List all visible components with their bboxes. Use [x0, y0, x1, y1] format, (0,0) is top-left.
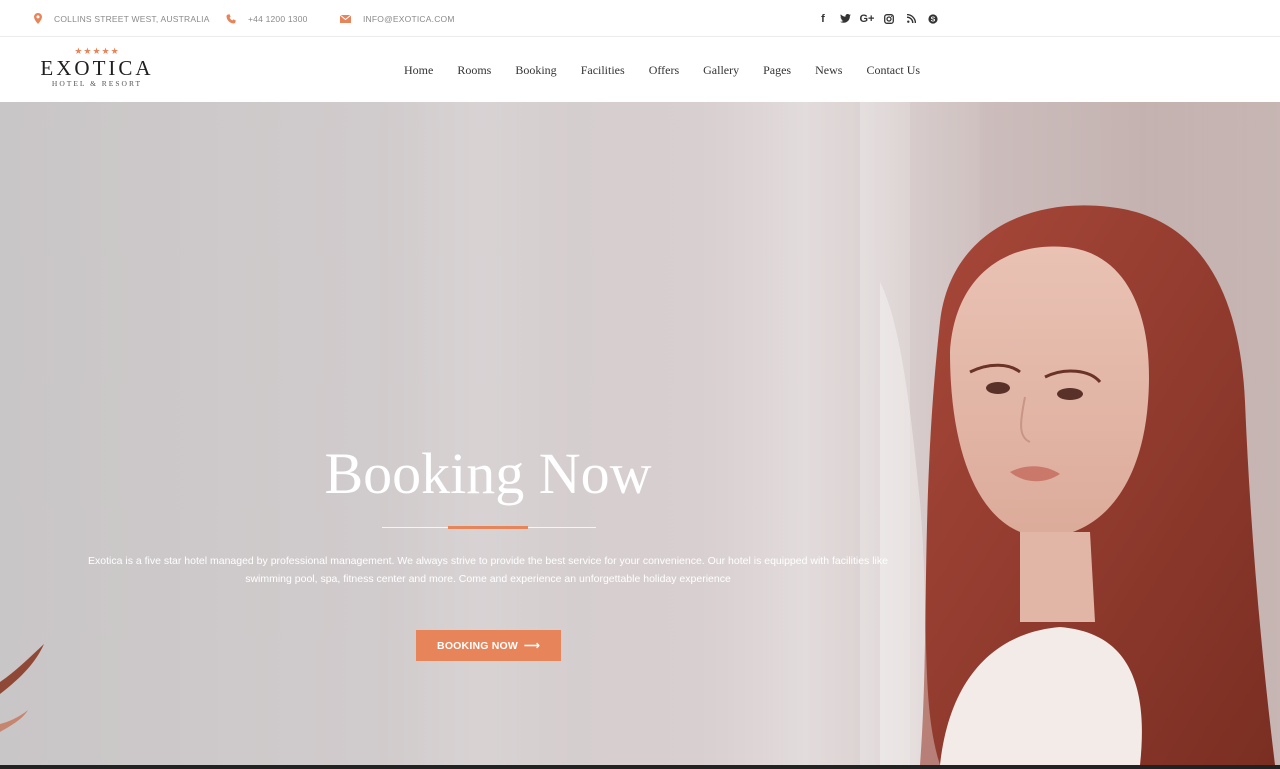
rating-stars: ★★★★★: [74, 46, 120, 56]
nav-gallery[interactable]: Gallery: [691, 63, 751, 78]
nav-rooms[interactable]: Rooms: [445, 63, 503, 78]
nav-news[interactable]: News: [803, 63, 854, 78]
divider-line: [528, 527, 596, 528]
main-navigation: Home Rooms Booking Facilities Offers Gal…: [392, 38, 932, 102]
email-text[interactable]: INFO@EXOTICA.COM: [363, 14, 455, 24]
logo-name: EXOTICA: [40, 56, 154, 80]
phone-info: +44 1200 1300: [226, 0, 308, 37]
bottom-edge: [0, 765, 1280, 769]
divider-accent: [448, 526, 528, 529]
nav-booking[interactable]: Booking: [503, 63, 568, 78]
booking-now-button[interactable]: BOOKING NOW ⟶: [416, 630, 561, 661]
hero-description: Exotica is a five star hotel managed by …: [88, 555, 888, 585]
arrow-right-icon: ⟶: [523, 640, 540, 652]
rss-icon[interactable]: [900, 8, 922, 30]
divider-line: [382, 527, 448, 528]
facebook-icon[interactable]: f: [812, 8, 834, 30]
map-pin-icon: [34, 13, 42, 24]
hero-title: Booking Now: [324, 441, 652, 506]
nav-home[interactable]: Home: [392, 63, 445, 78]
phone-text[interactable]: +44 1200 1300: [248, 14, 308, 24]
twitter-icon[interactable]: [834, 8, 856, 30]
google-plus-icon[interactable]: G+: [856, 8, 878, 30]
nav-contact-us[interactable]: Contact Us: [854, 63, 932, 78]
main-header: ★★★★★ EXOTICA HOTEL & RESORT Home Rooms …: [0, 38, 1280, 102]
logo-subtitle: HOTEL & RESORT: [51, 79, 143, 88]
social-links: f G+ S: [812, 0, 944, 37]
email-info: INFO@EXOTICA.COM: [340, 0, 455, 37]
feather-decoration: [0, 644, 44, 732]
svg-text:S: S: [931, 16, 936, 23]
phone-icon: [226, 13, 236, 24]
envelope-icon: [340, 14, 351, 23]
skype-icon[interactable]: S: [922, 8, 944, 30]
hotel-logo[interactable]: ★★★★★ EXOTICA HOTEL & RESORT: [36, 46, 158, 88]
curtain-drape: [380, 102, 580, 765]
title-divider: [382, 526, 596, 529]
nav-offers[interactable]: Offers: [637, 63, 691, 78]
address-info: COLLINS STREET WEST, AUSTRALIA: [34, 0, 210, 37]
top-info-bar: COLLINS STREET WEST, AUSTRALIA +44 1200 …: [0, 0, 1280, 37]
address-text: COLLINS STREET WEST, AUSTRALIA: [54, 13, 210, 24]
booking-now-label: BOOKING NOW: [437, 639, 518, 652]
nav-facilities[interactable]: Facilities: [569, 63, 637, 78]
nav-pages[interactable]: Pages: [751, 63, 803, 78]
hero-banner: Booking Now Exotica is a five star hotel…: [0, 102, 1280, 765]
instagram-icon[interactable]: [878, 8, 900, 30]
hero-model-image: [880, 205, 1275, 765]
